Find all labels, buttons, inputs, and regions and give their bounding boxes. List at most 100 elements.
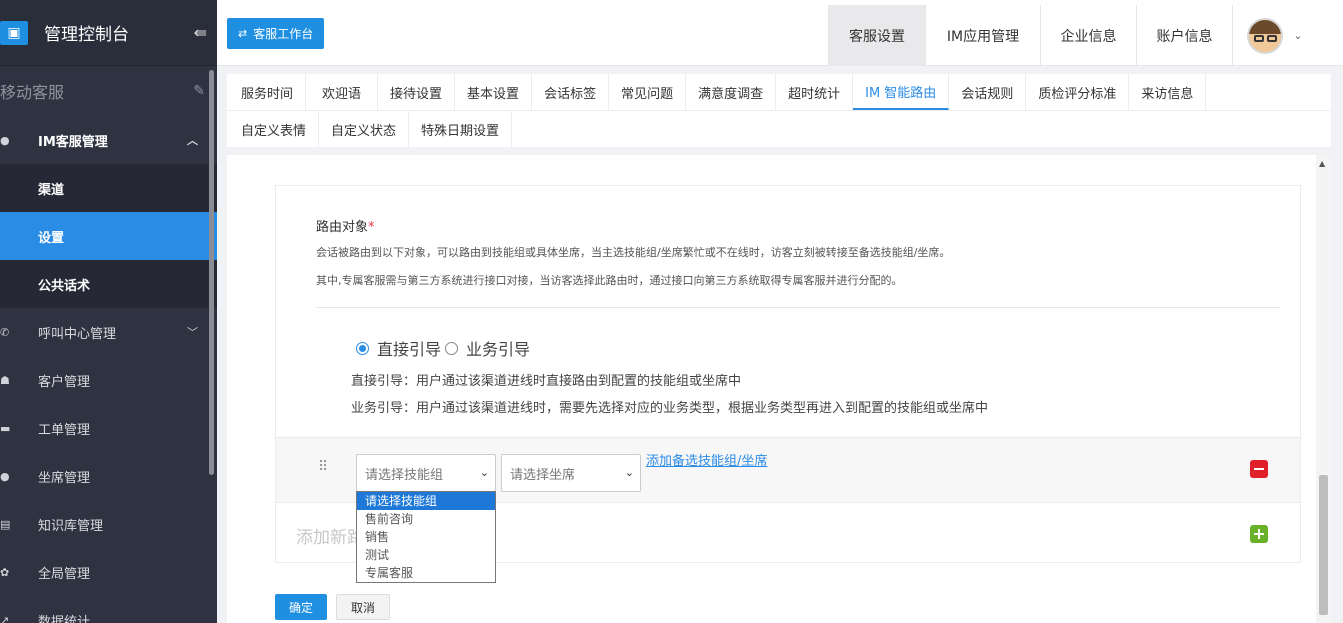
sidebar-item-global[interactable]: ✿ 全局管理	[0, 548, 217, 596]
sidebar-item-settings[interactable]: 设置	[0, 212, 217, 260]
tab-custom-status[interactable]: 自定义状态	[319, 111, 410, 147]
main-panel: 路由对象* 会话被路由到以下对象，可以路由到技能组或具体坐席，当主选技能组/坐席…	[227, 155, 1331, 623]
tab-visit-info[interactable]: 来访信息	[1129, 74, 1207, 110]
main-scrollbar[interactable]: ▲	[1316, 155, 1331, 623]
chevron-down-icon: ⌄	[624, 466, 634, 479]
sidebar-item-public-scripts[interactable]: 公共话术	[0, 260, 217, 308]
tab-faq[interactable]: 常见问题	[609, 74, 687, 110]
sidebar-item-label: 知识库管理	[38, 518, 104, 534]
sidebar-item-call-center[interactable]: ✆ 呼叫中心管理 ﹀	[0, 308, 217, 356]
tab-im-app[interactable]: IM应用管理	[925, 5, 1040, 66]
dropdown-option[interactable]: 测试	[357, 546, 495, 564]
section-title: 移动客服	[0, 83, 65, 102]
gear-icon: ✿	[0, 565, 10, 579]
add-new-route-label: 添加新路	[296, 528, 364, 548]
chevron-down-icon: ⌄	[479, 466, 489, 479]
divider	[316, 307, 1280, 308]
sidebar-header: ▣ 管理控制台 ⇚	[0, 0, 217, 66]
skill-group-select-value: 请选择技能组	[365, 467, 444, 483]
agent-select[interactable]: 请选择坐席 ⌄	[501, 454, 641, 492]
agent-icon: ●	[0, 469, 10, 483]
tab-session-rules[interactable]: 会话规则	[949, 74, 1027, 110]
users-icon: ☗	[0, 373, 10, 387]
sidebar-item-label: 工单管理	[38, 422, 91, 438]
settings-tabs: 服务时间 欢迎语 接待设置 基本设置 会话标签 常见问题 满意度调查 超时统计 …	[227, 74, 1331, 147]
tab-timeout-stats[interactable]: 超时统计	[776, 74, 854, 110]
sidebar-item-agents[interactable]: ● 坐席管理	[0, 452, 217, 500]
dropdown-option[interactable]: 请选择技能组	[357, 492, 495, 510]
sidebar-item-label: 公共话术	[38, 278, 91, 294]
tab-session-tags[interactable]: 会话标签	[532, 74, 610, 110]
radio-direct[interactable]	[356, 341, 369, 355]
routing-description: 会话被路由到以下对象，可以路由到技能组或具体坐席，当主选技能组/坐席繁忙或不在线…	[316, 246, 951, 259]
chart-icon: ↗	[0, 613, 10, 623]
tab-basic[interactable]: 基本设置	[455, 74, 533, 110]
phone-icon: ✆	[0, 325, 10, 339]
sidebar-item-label: 坐席管理	[38, 470, 91, 486]
radio-business-label[interactable]: 业务引导	[466, 336, 530, 360]
agent-select-value: 请选择坐席	[510, 467, 576, 483]
chat-icon: ●	[0, 133, 10, 147]
tab-service-time[interactable]: 服务时间	[229, 74, 307, 110]
add-route-button[interactable]	[1250, 525, 1268, 543]
sidebar-item-channel[interactable]: 渠道	[0, 164, 217, 212]
skill-group-select[interactable]: 请选择技能组 ⌄	[356, 454, 496, 492]
console-logo-icon: ▣	[0, 20, 28, 45]
avatar[interactable]	[1247, 17, 1284, 54]
tab-special-dates[interactable]: 特殊日期设置	[409, 111, 513, 147]
radio-direct-label[interactable]: 直接引导	[377, 336, 441, 360]
tab-welcome[interactable]: 欢迎语	[306, 74, 379, 110]
workspace-button-label: 客服工作台	[253, 27, 314, 41]
dropdown-option[interactable]: 销售	[357, 528, 495, 546]
tab-im-routing[interactable]: IM 智能路由	[853, 74, 950, 110]
top-bar: ⇄ 客服工作台 客服设置 IM应用管理 企业信息 账户信息 ⌄	[217, 0, 1343, 66]
remove-route-button[interactable]	[1250, 460, 1268, 478]
sidebar-item-label: 渠道	[38, 182, 65, 198]
sidebar-item-knowledge[interactable]: ▤ 知识库管理	[0, 500, 217, 548]
dropdown-option[interactable]: 专属客服	[357, 564, 495, 582]
routing-title: 路由对象*	[316, 220, 375, 235]
scrollbar-thumb[interactable]	[1319, 475, 1328, 615]
sidebar: ▣ 管理控制台 ⇚ 移动客服 ✎ ● IM客服管理 ︿ 渠道 设置 公共话术 ✆…	[0, 0, 217, 623]
routing-description-2: 其中,专属客服需与第三方系统进行接口对接，当访客选择此路由时，通过接口向第三方系…	[316, 274, 903, 287]
book-icon: ▤	[0, 517, 11, 531]
sidebar-item-im-service[interactable]: ● IM客服管理 ︿	[0, 116, 217, 164]
brand-title: 管理控制台	[44, 25, 129, 45]
sidebar-item-customers[interactable]: ☗ 客户管理	[0, 356, 217, 404]
cancel-button[interactable]: 取消	[336, 594, 390, 620]
settings-tabs-row2: 自定义表情 自定义状态 特殊日期设置	[227, 110, 1331, 147]
tab-reception[interactable]: 接待设置	[378, 74, 456, 110]
tab-satisfaction[interactable]: 满意度调查	[686, 74, 777, 110]
workspace-button[interactable]: ⇄ 客服工作台	[227, 18, 325, 49]
tab-service-settings[interactable]: 客服设置	[828, 5, 925, 66]
tab-quality-standard[interactable]: 质检评分标准	[1026, 74, 1130, 110]
confirm-button[interactable]: 确定	[275, 594, 327, 620]
ticket-icon: ▬	[0, 421, 11, 435]
skill-group-dropdown: 请选择技能组 售前咨询 销售 测试 专属客服	[356, 491, 496, 583]
sidebar-item-label: 设置	[38, 230, 65, 246]
routing-mode-radios: 直接引导 业务引导	[356, 336, 530, 360]
sidebar-item-label: IM客服管理	[38, 134, 108, 150]
add-alternate-link[interactable]: 添加备选技能组/坐席	[646, 450, 767, 469]
tab-account-info[interactable]: 账户信息	[1136, 5, 1232, 66]
sidebar-item-tickets[interactable]: ▬ 工单管理	[0, 404, 217, 452]
sidebar-item-label: 客户管理	[38, 374, 91, 390]
top-tabs: 客服设置 IM应用管理 企业信息 账户信息 ⌄	[828, 5, 1317, 66]
dropdown-option[interactable]: 售前咨询	[357, 510, 495, 528]
chevron-down-icon: ⌄	[1293, 29, 1303, 42]
business-guide-desc: 业务引导：用户通过该渠道进线时，需要先选择对应的业务类型，根据业务类型再进入到配…	[351, 401, 989, 416]
sidebar-scrollbar[interactable]	[209, 70, 214, 475]
tab-company-info[interactable]: 企业信息	[1040, 5, 1136, 66]
scroll-up-icon[interactable]: ▲	[1319, 159, 1325, 168]
user-menu[interactable]: ⌄	[1232, 5, 1317, 66]
radio-business[interactable]	[445, 341, 459, 355]
edit-icon[interactable]: ✎	[193, 83, 205, 99]
switch-icon: ⇄	[238, 27, 248, 40]
tab-custom-emoji[interactable]: 自定义表情	[229, 111, 320, 147]
sidebar-item-statistics[interactable]: ↗ 数据统计	[0, 596, 217, 623]
sidebar-item-label: 全局管理	[38, 566, 91, 582]
collapse-sidebar-icon[interactable]: ⇚	[194, 23, 207, 42]
sidebar-item-label: 呼叫中心管理	[38, 326, 117, 342]
sidebar-section-header: 移动客服 ✎	[0, 66, 217, 116]
drag-handle-icon[interactable]: ⠿	[318, 459, 328, 475]
